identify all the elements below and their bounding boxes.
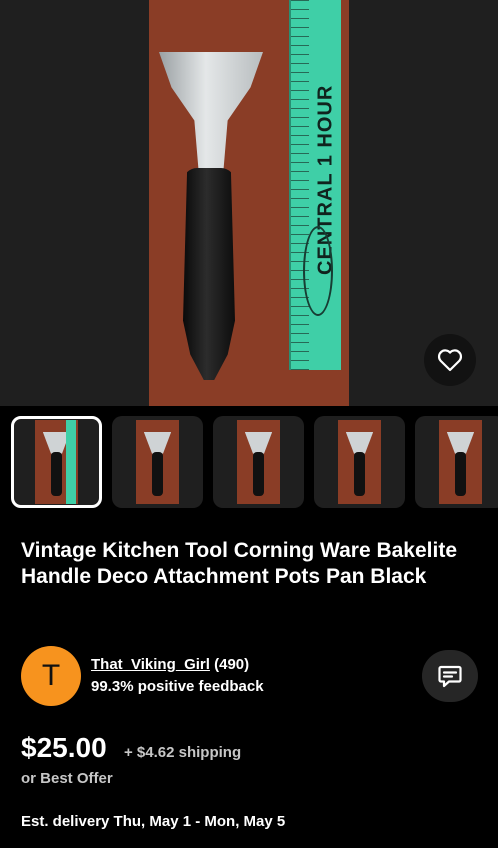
avatar[interactable]: T [21, 646, 81, 706]
seller-name-link[interactable]: That_Viking_Girl [91, 656, 210, 673]
product-photo: CENTRAL 1 HOUR [149, 0, 349, 406]
heart-outline-icon [437, 349, 463, 372]
shipping-cost: + $4.62 shipping [124, 744, 242, 761]
tool-blade [159, 52, 263, 170]
thumbnail-2[interactable] [112, 416, 203, 508]
product-image-carousel[interactable]: CENTRAL 1 HOUR [0, 0, 498, 406]
seller-rating-count: (490) [214, 656, 250, 673]
favorite-button[interactable] [424, 334, 476, 386]
seller-feedback: 99.3% positive feedback [91, 678, 264, 695]
thumbnail-3[interactable] [213, 416, 304, 508]
price: $25.00 [21, 732, 107, 763]
thumbnail-5[interactable] [415, 416, 498, 508]
thumbnail-4[interactable] [314, 416, 405, 508]
seller-name-row: That_Viking_Girl (490) [91, 656, 249, 673]
message-icon [438, 665, 462, 688]
thumbnail-strip[interactable] [11, 416, 498, 508]
tool-handle [183, 168, 235, 380]
listing-title: Vintage Kitchen Tool Corning Ware Bakeli… [21, 539, 458, 588]
ruler: CENTRAL 1 HOUR [289, 0, 341, 370]
message-seller-button[interactable] [422, 650, 478, 702]
seller-card: T That_Viking_Girl (490) 99.3% positive … [21, 646, 481, 706]
estimated-delivery: Est. delivery Thu, May 1 - Mon, May 5 [21, 813, 286, 830]
best-offer-text: or Best Offer [21, 770, 113, 787]
thumbnail-1[interactable] [11, 416, 102, 508]
ruler-seal [303, 226, 333, 316]
